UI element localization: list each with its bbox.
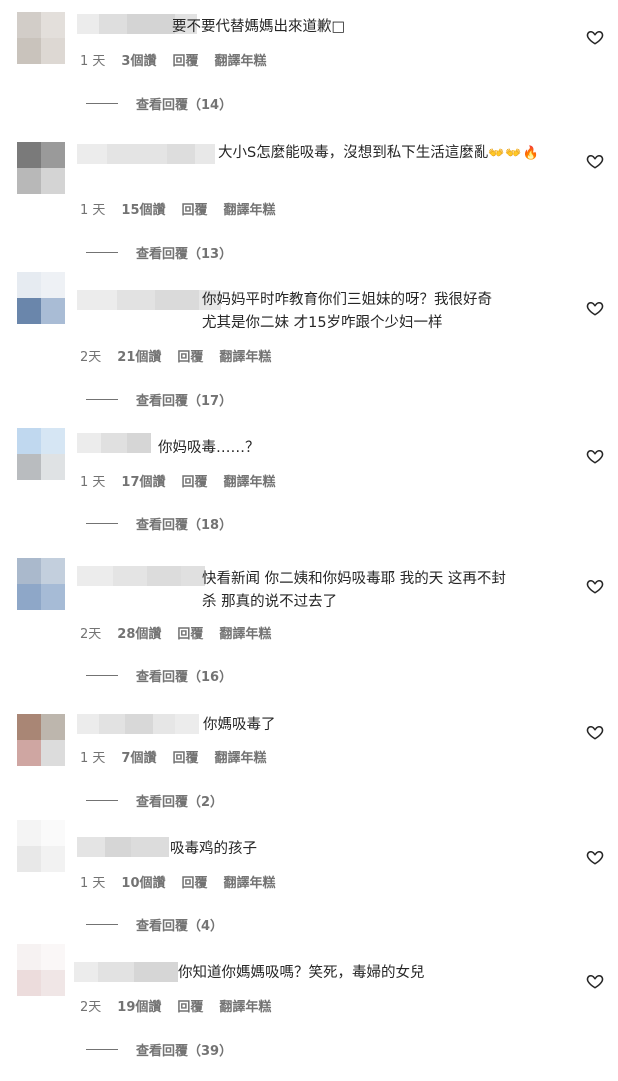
reply-button[interactable]: 回覆 bbox=[182, 471, 208, 490]
view-replies-button[interactable]: 查看回覆（14） bbox=[86, 94, 232, 113]
divider-line bbox=[86, 399, 118, 400]
like-count[interactable]: 15個讚 bbox=[121, 199, 165, 218]
comment-text: 大小S怎麼能吸毒，沒想到私下生活這麼亂👐👐🔥 bbox=[218, 145, 540, 161]
avatar[interactable] bbox=[17, 12, 65, 64]
username-blurred[interactable] bbox=[77, 290, 221, 310]
timestamp: 1 天 bbox=[80, 203, 106, 218]
timestamp: 1 天 bbox=[80, 876, 106, 891]
reply-button[interactable]: 回覆 bbox=[177, 996, 203, 1015]
username-blurred[interactable] bbox=[77, 433, 151, 453]
comment-text: 你媽吸毒了 bbox=[203, 717, 276, 733]
heart-icon[interactable] bbox=[586, 577, 604, 595]
view-replies-button[interactable]: 查看回覆（39） bbox=[86, 1040, 232, 1059]
comment-meta: 2天 19個讚 回覆 翻譯年糕 bbox=[80, 996, 271, 1015]
heart-icon[interactable] bbox=[586, 28, 604, 46]
comment-meta: 2天 21個讚 回覆 翻譯年糕 bbox=[80, 346, 271, 365]
like-count[interactable]: 7個讚 bbox=[121, 747, 156, 766]
view-replies-button[interactable]: 查看回覆（13） bbox=[86, 243, 232, 262]
reply-button[interactable]: 回覆 bbox=[177, 623, 203, 642]
heart-icon[interactable] bbox=[586, 299, 604, 317]
comment-meta: 2天 28個讚 回覆 翻譯年糕 bbox=[80, 623, 271, 642]
comment-text: 要不要代替媽媽出來道歉□ bbox=[172, 19, 346, 35]
timestamp: 1 天 bbox=[80, 751, 106, 766]
translate-button[interactable]: 翻譯年糕 bbox=[219, 346, 271, 365]
view-replies-label: 查看回覆（39） bbox=[136, 1044, 233, 1059]
like-count[interactable]: 3個讚 bbox=[121, 50, 156, 69]
comment-meta: 1 天 17個讚 回覆 翻譯年糕 bbox=[80, 471, 276, 490]
comment-meta: 1 天 7個讚 回覆 翻譯年糕 bbox=[80, 747, 266, 766]
username-blurred[interactable] bbox=[74, 962, 178, 982]
translate-button[interactable]: 翻譯年糕 bbox=[219, 996, 271, 1015]
comment-meta: 1 天 3個讚 回覆 翻譯年糕 bbox=[80, 50, 266, 69]
view-replies-label: 查看回覆（4） bbox=[136, 919, 224, 934]
view-replies-label: 查看回覆（2） bbox=[136, 795, 224, 810]
avatar[interactable] bbox=[17, 142, 65, 194]
comment-meta: 1 天 10個讚 回覆 翻譯年糕 bbox=[80, 872, 276, 891]
divider-line bbox=[86, 252, 118, 253]
username-blurred[interactable] bbox=[77, 837, 169, 857]
view-replies-button[interactable]: 查看回覆（17） bbox=[86, 390, 232, 409]
view-replies-label: 查看回覆（17） bbox=[136, 394, 233, 409]
avatar[interactable] bbox=[17, 558, 65, 610]
like-count[interactable]: 10個讚 bbox=[121, 872, 165, 891]
view-replies-label: 查看回覆（13） bbox=[136, 247, 233, 262]
like-count[interactable]: 21個讚 bbox=[117, 346, 161, 365]
avatar[interactable] bbox=[17, 714, 65, 766]
raised-hands-emoji: 👐👐🔥 bbox=[488, 146, 540, 161]
view-replies-label: 查看回覆（14） bbox=[136, 98, 233, 113]
divider-line bbox=[86, 103, 118, 104]
avatar[interactable] bbox=[17, 272, 65, 324]
view-replies-label: 查看回覆（18） bbox=[136, 518, 233, 533]
divider-line bbox=[86, 924, 118, 925]
comment-text: 你妈妈平时咋教育你们三姐妹的呀？我很好奇 尤其是你二妹 才15岁咋跟个少妇一样 bbox=[202, 292, 492, 331]
view-replies-label: 查看回覆（16） bbox=[136, 670, 233, 685]
username-blurred[interactable] bbox=[77, 714, 199, 734]
translate-button[interactable]: 翻譯年糕 bbox=[214, 50, 266, 69]
timestamp: 1 天 bbox=[80, 475, 106, 490]
divider-line bbox=[86, 523, 118, 524]
like-count[interactable]: 19個讚 bbox=[117, 996, 161, 1015]
reply-button[interactable]: 回覆 bbox=[172, 747, 198, 766]
comment-text: 你知道你媽媽吸嗎？笑死，毒婦的女兒 bbox=[178, 965, 425, 981]
comment-text: 吸毒鸡的孩子 bbox=[170, 841, 257, 857]
timestamp: 2天 bbox=[80, 350, 102, 365]
like-count[interactable]: 28個讚 bbox=[117, 623, 161, 642]
view-replies-button[interactable]: 查看回覆（16） bbox=[86, 666, 232, 685]
like-count[interactable]: 17個讚 bbox=[121, 471, 165, 490]
avatar[interactable] bbox=[17, 820, 65, 872]
heart-icon[interactable] bbox=[586, 447, 604, 465]
translate-button[interactable]: 翻譯年糕 bbox=[224, 872, 276, 891]
divider-line bbox=[86, 1049, 118, 1050]
reply-button[interactable]: 回覆 bbox=[182, 872, 208, 891]
timestamp: 2天 bbox=[80, 627, 102, 642]
comment-meta: 1 天 15個讚 回覆 翻譯年糕 bbox=[80, 199, 276, 218]
avatar[interactable] bbox=[17, 428, 65, 480]
view-replies-button[interactable]: 查看回覆（2） bbox=[86, 791, 223, 810]
reply-button[interactable]: 回覆 bbox=[182, 199, 208, 218]
divider-line bbox=[86, 675, 118, 676]
view-replies-button[interactable]: 查看回覆（4） bbox=[86, 915, 223, 934]
translate-button[interactable]: 翻譯年糕 bbox=[224, 471, 276, 490]
comment-text: 你妈吸毒……？ bbox=[158, 440, 260, 456]
comment-feed: 要不要代替媽媽出來道歉□ 1 天 3個讚 回覆 翻譯年糕 查看回覆（14） 大小… bbox=[0, 0, 618, 1081]
translate-button[interactable]: 翻譯年糕 bbox=[219, 623, 271, 642]
heart-icon[interactable] bbox=[586, 152, 604, 170]
timestamp: 2天 bbox=[80, 1000, 102, 1015]
divider-line bbox=[86, 800, 118, 801]
translate-button[interactable]: 翻譯年糕 bbox=[214, 747, 266, 766]
reply-button[interactable]: 回覆 bbox=[177, 346, 203, 365]
comment-text: 快看新闻 你二姨和你妈吸毒耶 我的天 这再不封 杀 那真的说不过去了 bbox=[202, 571, 506, 610]
reply-button[interactable]: 回覆 bbox=[172, 50, 198, 69]
username-blurred[interactable] bbox=[77, 144, 215, 164]
translate-button[interactable]: 翻譯年糕 bbox=[224, 199, 276, 218]
view-replies-button[interactable]: 查看回覆（18） bbox=[86, 514, 232, 533]
heart-icon[interactable] bbox=[586, 972, 604, 990]
timestamp: 1 天 bbox=[80, 54, 106, 69]
avatar[interactable] bbox=[17, 944, 65, 996]
heart-icon[interactable] bbox=[586, 723, 604, 741]
heart-icon[interactable] bbox=[586, 848, 604, 866]
username-blurred[interactable] bbox=[77, 566, 205, 586]
